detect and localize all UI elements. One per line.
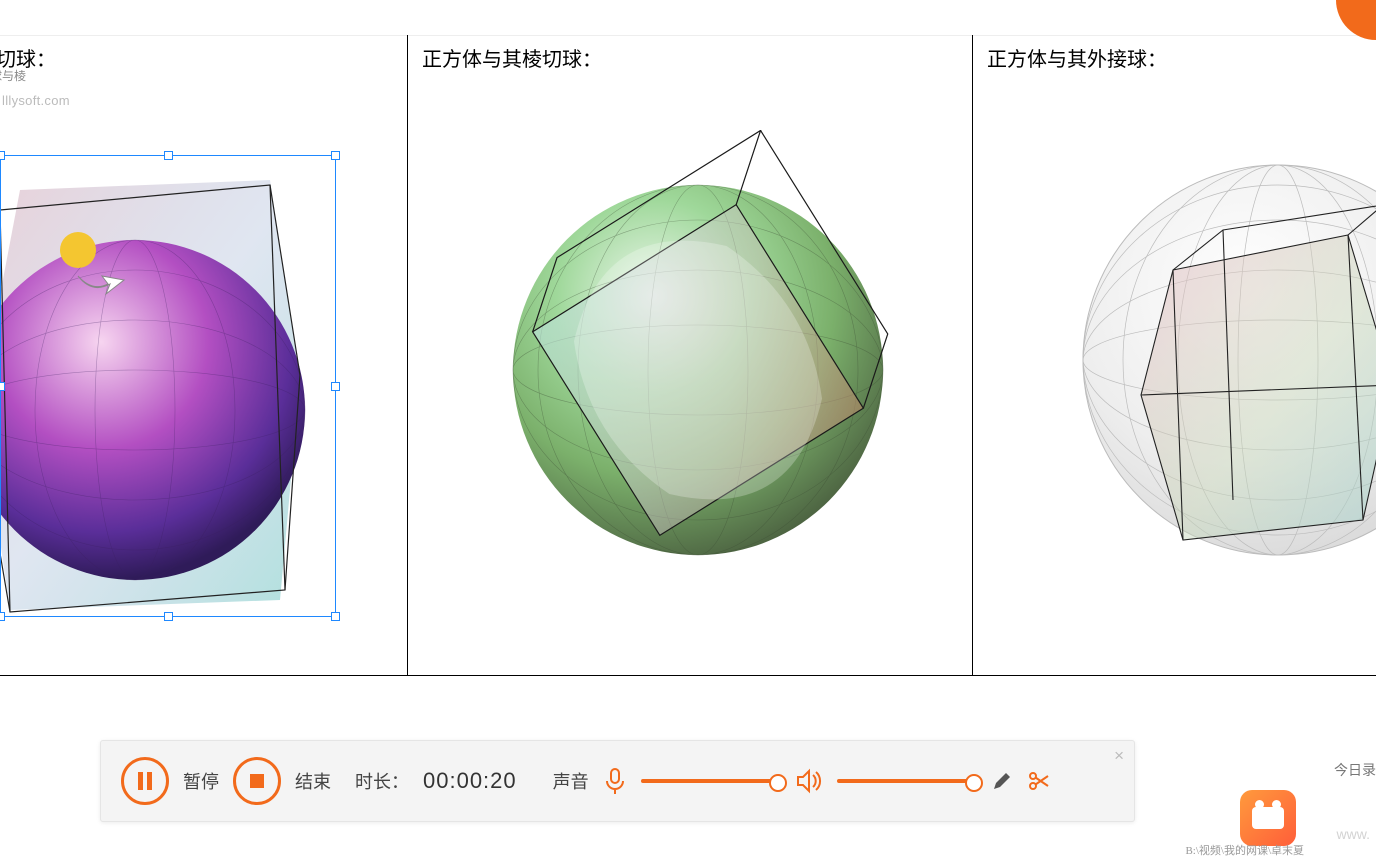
panel-title: 正方体与其外接球： [987, 43, 1362, 72]
slider-knob[interactable] [965, 774, 983, 792]
panel-midsphere: 正方体与其棱切球： [408, 35, 973, 675]
camera-icon [1252, 807, 1284, 829]
content-row: 切球： 球与棱 lllysoft.com [0, 35, 1376, 675]
resize-handle-tm[interactable] [164, 151, 173, 160]
top-bar [0, 0, 1376, 36]
resize-handle-mr[interactable] [331, 382, 340, 391]
scissors-icon[interactable] [1027, 769, 1051, 793]
watermark-text: lllysoft.com [2, 93, 70, 108]
pen-icon[interactable] [991, 770, 1013, 792]
side-caption: 今日录 [1334, 760, 1376, 780]
close-icon[interactable]: × [1114, 746, 1124, 766]
speaker-icon[interactable] [795, 768, 823, 794]
resize-handle-bl[interactable] [0, 612, 5, 621]
figure-cube-circumsphere[interactable] [1063, 140, 1376, 580]
pause-icon [138, 772, 152, 790]
slider-knob[interactable] [769, 774, 787, 792]
mic-volume-slider[interactable] [641, 779, 781, 783]
resize-handle-bm[interactable] [164, 612, 173, 621]
pause-button[interactable] [121, 757, 169, 805]
panel-title: 正方体与其棱切球： [422, 43, 958, 72]
resize-handle-tl[interactable] [0, 151, 5, 160]
sound-label: 声音 [553, 768, 589, 794]
resize-handle-tr[interactable] [331, 151, 340, 160]
mic-icon[interactable] [603, 767, 627, 795]
stop-icon [250, 774, 264, 788]
stop-button[interactable] [233, 757, 281, 805]
selection-box[interactable] [0, 155, 336, 617]
stop-label: 结束 [295, 768, 331, 794]
panel-title: 切球： [0, 43, 393, 72]
speaker-volume-slider[interactable] [837, 779, 977, 783]
footer-save-path: B:\视频\我的网课\卓末夏 [1185, 842, 1304, 858]
resize-handle-ml[interactable] [0, 382, 5, 391]
content-bottom-border [0, 675, 1376, 676]
figure-cube-midsphere[interactable] [488, 130, 908, 590]
duration-value: 00:00:20 [423, 768, 517, 794]
corner-decoration [1336, 0, 1376, 40]
pause-label: 暂停 [183, 768, 219, 794]
duration-label: 时长： [355, 768, 409, 794]
recorder-app-badge[interactable] [1240, 790, 1296, 846]
panel-inscribed-sphere: 切球： 球与棱 lllysoft.com [0, 35, 408, 675]
screen-recorder-bar[interactable]: × 暂停 结束 时长： 00:00:20 声音 [100, 740, 1135, 822]
cropped-text-fragment: 球与棱 [0, 67, 26, 84]
resize-handle-br[interactable] [331, 612, 340, 621]
corner-watermark: www. [1337, 826, 1370, 842]
panel-circumsphere: 正方体与其外接球： [973, 35, 1376, 675]
